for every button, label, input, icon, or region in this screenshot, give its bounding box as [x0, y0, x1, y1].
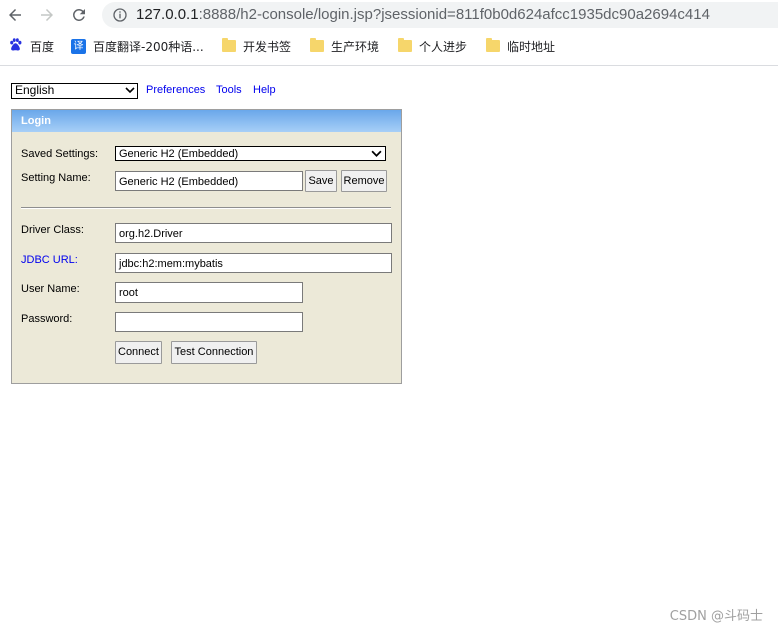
driver-class-input[interactable]: org.h2.Driver	[115, 223, 392, 243]
url-text: 127.0.0.1:8888/h2-console/login.jsp?jses…	[136, 6, 710, 23]
help-link[interactable]: Help	[253, 84, 276, 96]
bookmark-baidu[interactable]: 百度	[8, 37, 54, 55]
folder-icon	[222, 38, 236, 52]
connect-button[interactable]: Connect	[115, 341, 162, 364]
arrow-left-icon	[9, 9, 21, 21]
bookmark-label: 个人进步	[419, 39, 468, 54]
saved-settings-label: Saved Settings:	[21, 148, 99, 160]
browser-chrome: 127.0.0.1:8888/h2-console/login.jsp?jses…	[0, 0, 778, 66]
test-connection-button[interactable]: Test Connection	[171, 341, 257, 364]
back-button[interactable]	[4, 4, 26, 26]
login-panel-title: Login	[12, 110, 401, 132]
watermark: CSDN @斗码士	[669, 609, 763, 624]
forward-button[interactable]	[36, 4, 58, 26]
url-host: 127.0.0.1	[136, 6, 199, 23]
bookmark-folder-dev[interactable]: 开发书签	[222, 37, 291, 55]
saved-settings-select[interactable]: Generic H2 (Embedded)	[115, 146, 386, 161]
login-panel: Login Saved Settings: Generic H2 (Embedd…	[11, 109, 402, 384]
translate-icon: 译	[71, 38, 86, 54]
language-select[interactable]: English	[11, 83, 138, 99]
user-name-input[interactable]: root	[115, 282, 303, 303]
tools-link[interactable]: Tools	[216, 84, 242, 96]
url-path: :8888/h2-console/login.jsp?jsessionid=81…	[198, 6, 710, 23]
baidu-paw-icon	[8, 37, 23, 55]
password-input[interactable]	[115, 312, 303, 332]
address-bar[interactable]: 127.0.0.1:8888/h2-console/login.jsp?jses…	[102, 2, 778, 28]
bookmark-label: 百度翻译-200种语...	[93, 39, 204, 54]
chevron-down-icon	[371, 150, 382, 157]
divider	[21, 207, 391, 209]
bookmark-label: 百度	[30, 39, 55, 54]
jdbc-url-input[interactable]: jdbc:h2:mem:mybatis	[115, 253, 392, 273]
setting-name-label: Setting Name:	[21, 172, 91, 184]
bookmark-folder-temp[interactable]: 临时地址	[486, 37, 555, 55]
folder-icon	[486, 38, 500, 52]
user-name-label: User Name:	[21, 283, 80, 295]
bookmark-folder-prod[interactable]: 生产环境	[310, 37, 379, 55]
saved-settings-value: Generic H2 (Embedded)	[119, 148, 239, 160]
folder-icon	[398, 38, 412, 52]
password-label: Password:	[21, 313, 73, 325]
bookmarks-bar: 百度 译 百度翻译-200种语... 开发书签 生产环境 个人进步 临时地址	[0, 34, 778, 58]
language-value: English	[15, 83, 55, 97]
setting-name-input[interactable]: Generic H2 (Embedded)	[115, 171, 303, 191]
jdbc-url-link[interactable]: JDBC URL:	[21, 254, 78, 266]
bookmark-label: 临时地址	[507, 39, 556, 54]
chevron-down-icon	[125, 87, 135, 94]
save-button[interactable]: Save	[305, 170, 337, 192]
remove-button[interactable]: Remove	[341, 170, 387, 192]
driver-class-label: Driver Class:	[21, 224, 84, 236]
bookmark-baidu-translate[interactable]: 译 百度翻译-200种语...	[71, 37, 204, 55]
folder-icon	[310, 38, 324, 52]
reload-button[interactable]	[68, 4, 90, 26]
bookmark-label: 生产环境	[331, 39, 380, 54]
arrow-right-icon	[41, 9, 53, 21]
info-icon[interactable]	[112, 7, 128, 23]
preferences-link[interactable]: Preferences	[146, 84, 205, 96]
bookmark-folder-personal[interactable]: 个人进步	[398, 37, 467, 55]
bookmark-label: 开发书签	[243, 39, 292, 54]
reload-icon	[73, 9, 85, 21]
